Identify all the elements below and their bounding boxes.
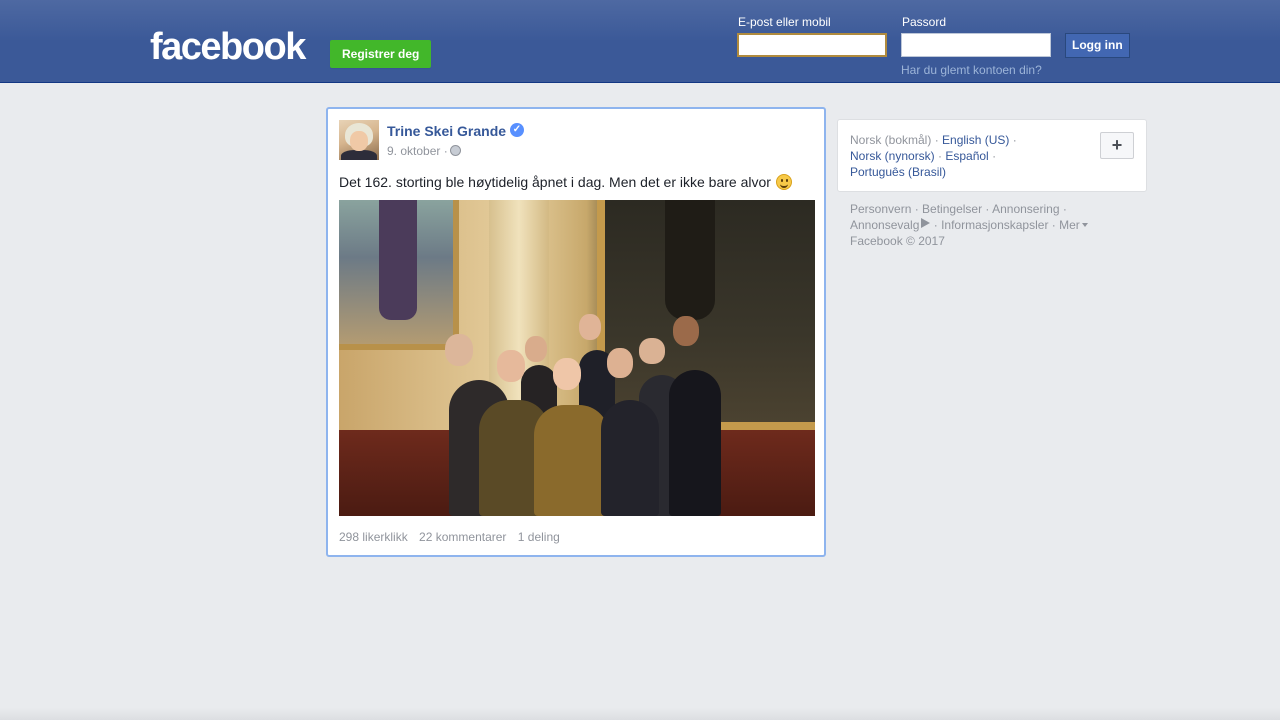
post-date-text[interactable]: 9. oktober <box>387 144 440 158</box>
language-option-norsk-nynorsk[interactable]: Norsk (nynorsk) <box>850 149 935 163</box>
language-option-english-us[interactable]: English (US) <box>942 133 1009 147</box>
login-button[interactable]: Logg inn <box>1065 33 1130 58</box>
post-stats: 298 likerklikk 22 kommentarer 1 deling <box>339 530 568 544</box>
footer-link-mer[interactable]: Mer <box>1059 218 1080 232</box>
copyright: Facebook © 2017 <box>850 234 945 248</box>
current-language: Norsk (bokmål) <box>850 133 932 147</box>
author-avatar[interactable] <box>339 120 379 160</box>
footer-link-annonsevalg[interactable]: Annonsevalg <box>850 218 919 232</box>
post-card: Trine Skei Grande ✓ 9. oktober · Det 162… <box>326 107 826 557</box>
globe-icon <box>450 145 461 156</box>
language-option-espanol[interactable]: Español <box>945 149 988 163</box>
email-label: E-post eller mobil <box>738 15 831 29</box>
top-navigation-bar: facebook Registrer deg E-post eller mobi… <box>0 0 1280 83</box>
facebook-logo[interactable]: facebook <box>150 27 306 67</box>
verified-badge-icon: ✓ <box>510 123 524 137</box>
register-button[interactable]: Registrer deg <box>330 40 432 68</box>
password-label: Passord <box>902 15 947 29</box>
smiley-emoji-icon <box>776 174 792 190</box>
post-text: Det 162. storting ble høytidelig åpnet i… <box>339 174 771 190</box>
adchoices-icon <box>921 218 931 228</box>
post-photo[interactable] <box>339 200 815 516</box>
email-field[interactable] <box>737 33 887 57</box>
post-date[interactable]: 9. oktober · <box>387 144 448 158</box>
comments-count[interactable]: 22 kommentarer <box>419 530 506 544</box>
footer-link-personvern[interactable]: Personvern <box>850 202 911 216</box>
author-name[interactable]: Trine Skei Grande <box>387 123 506 139</box>
footer-link-informasjonskapsler[interactable]: Informasjonskapsler <box>941 218 1048 232</box>
footer-link-annonsering[interactable]: Annonsering <box>992 202 1059 216</box>
likes-count[interactable]: 298 likerklikk <box>339 530 408 544</box>
language-selector-box: Norsk (bokmål) · English (US) · Norsk (n… <box>837 119 1147 192</box>
shares-count[interactable]: 1 deling <box>518 530 560 544</box>
footer-link-betingelser[interactable]: Betingelser <box>922 202 982 216</box>
language-option-portugues-brasil[interactable]: Português (Brasil) <box>850 165 946 179</box>
bottom-shadow <box>0 708 1280 720</box>
add-language-button[interactable]: + <box>1100 132 1134 159</box>
password-field[interactable] <box>901 33 1051 57</box>
footer-links: Personvern · Betingelser · Annonsering ·… <box>850 201 1140 249</box>
forgot-account-link[interactable]: Har du glemt kontoen din? <box>901 63 1042 77</box>
chevron-down-icon[interactable] <box>1081 223 1088 227</box>
date-separator: · <box>443 144 448 158</box>
